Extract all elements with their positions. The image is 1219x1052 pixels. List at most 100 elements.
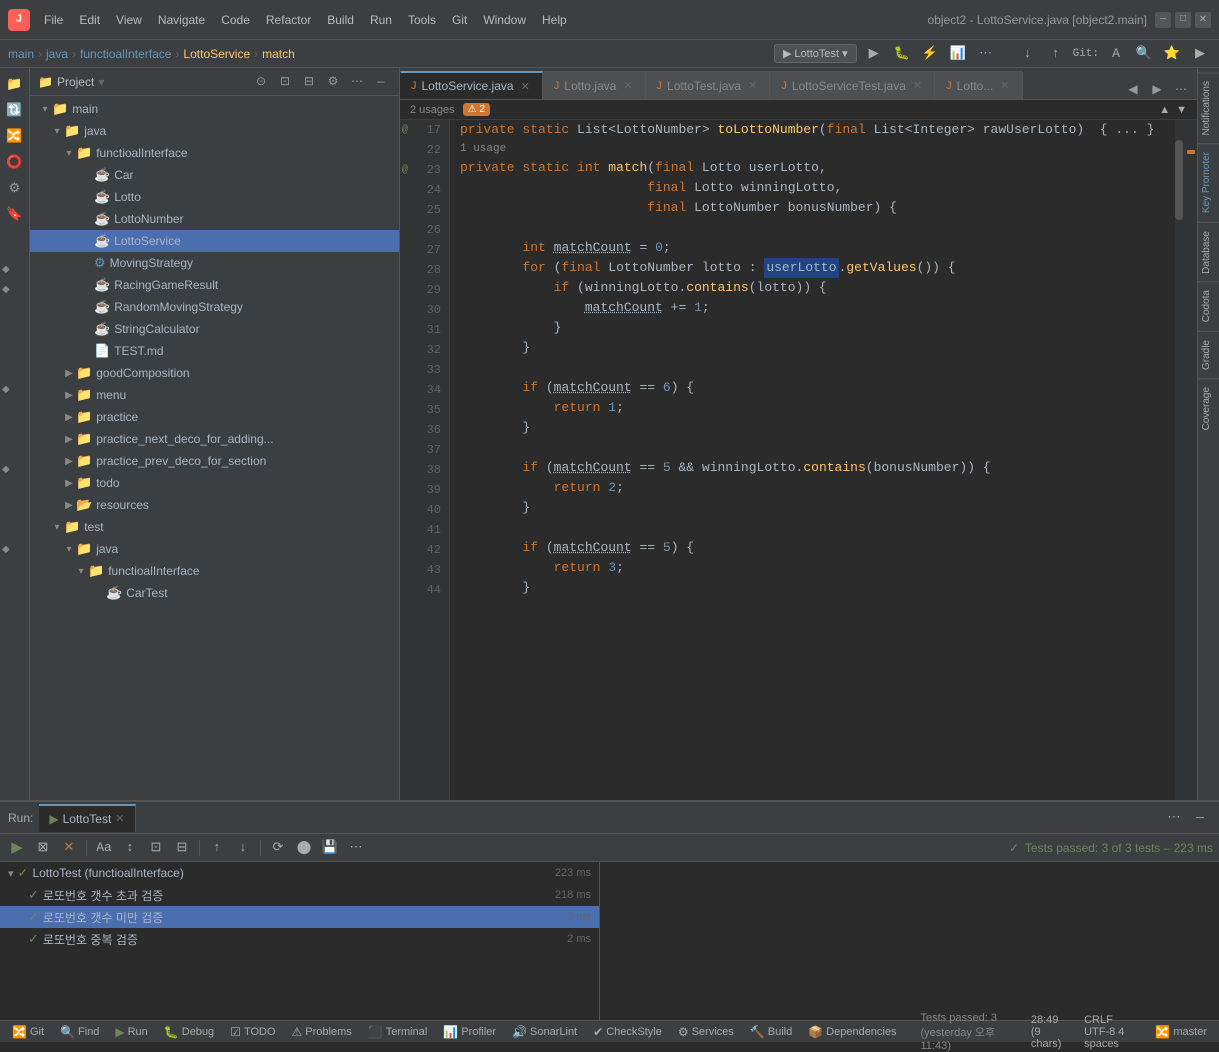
github-icon[interactable]: ⭕ (3, 150, 27, 174)
menu-view[interactable]: View (110, 11, 148, 29)
tab-LottoTest[interactable]: J LottoTest.java ✕ (646, 71, 771, 99)
breadcrumb-java[interactable]: java (46, 47, 68, 61)
tree-item-RacingGameResult[interactable]: ☕ RacingGameResult (30, 274, 399, 296)
minimize-panel-icon[interactable]: — (371, 72, 391, 92)
toggle-test-names[interactable]: Aa (93, 838, 115, 858)
git-status[interactable]: 🔀 Git (8, 1025, 48, 1039)
menu-git[interactable]: Git (446, 11, 473, 29)
tree-item-java[interactable]: ▾ 📁 java (30, 120, 399, 142)
tab-LottoService[interactable]: J LottoService.java ✕ (400, 71, 543, 99)
menu-tools[interactable]: Tools (402, 11, 442, 29)
commit-icon[interactable]: 🔃 (3, 98, 27, 122)
menu-file[interactable]: File (38, 11, 69, 29)
tree-item-RandomMovingStrategy[interactable]: ☕ RandomMovingStrategy (30, 296, 399, 318)
scroll-up-button[interactable]: ↑ (206, 838, 228, 858)
sonar-status[interactable]: 🔊 SonarLint (508, 1025, 581, 1039)
run-panel-menu-icon[interactable]: ⋯ (1163, 808, 1185, 828)
run-panel-minimize-icon[interactable]: — (1189, 808, 1211, 828)
coverage-panel[interactable]: Coverage (1198, 378, 1219, 438)
search-button[interactable]: 🔍 (1133, 44, 1155, 64)
tree-item-resources[interactable]: ▶ 📂 resources (30, 494, 399, 516)
tabs-menu[interactable]: ⋯ (1171, 79, 1191, 99)
problems-status[interactable]: ⚠ Problems (288, 1025, 356, 1039)
tab-close-icon[interactable]: ✕ (911, 79, 924, 92)
menu-window[interactable]: Window (477, 11, 532, 29)
more-options-button[interactable]: ⋯ (345, 838, 367, 858)
project-icon[interactable]: 📁 (3, 72, 27, 96)
editor-scrollbar[interactable] (1175, 120, 1183, 800)
tree-item-menu[interactable]: ▶ 📁 menu (30, 384, 399, 406)
tab-lotto-other[interactable]: J Lotto... ✕ (935, 71, 1022, 99)
bookmarks-icon[interactable]: 🔖 (3, 202, 27, 226)
menu-help[interactable]: Help (536, 11, 573, 29)
menu-navigate[interactable]: Navigate (152, 11, 211, 29)
stop-button[interactable]: ✕ (58, 838, 80, 858)
expand-icon[interactable]: ⊡ (275, 72, 295, 92)
sort-button[interactable]: ↕ (119, 838, 141, 858)
menu-edit[interactable]: Edit (73, 11, 106, 29)
tab-close-icon[interactable]: ✕ (621, 79, 634, 92)
breadcrumb-method[interactable]: match (262, 47, 295, 61)
cursor-position[interactable]: 28:49 (9 chars) (1027, 1014, 1072, 1050)
tab-close-icon[interactable]: ✕ (519, 80, 532, 93)
tree-item-CarTest[interactable]: ☕ CarTest (30, 582, 399, 604)
settings-icon[interactable]: ⚙ (323, 72, 343, 92)
tree-item-practice-next[interactable]: ▶ 📁 practice_next_deco_for_adding... (30, 428, 399, 450)
profile-button[interactable]: ⚡ (919, 44, 941, 64)
terminal-status[interactable]: ⬛ Terminal (364, 1025, 432, 1039)
checkstyle-status[interactable]: ✔ CheckStyle (589, 1025, 666, 1039)
test-item-1[interactable]: ✓ 로또번호 갯수 초과 검증 218 ms (0, 884, 599, 906)
tree-item-StringCalculator[interactable]: ☕ StringCalculator (30, 318, 399, 340)
translate-button[interactable]: A (1105, 44, 1127, 64)
test-item-3[interactable]: ✓ 로또번호 중복 검증 2 ms (0, 928, 599, 950)
tree-item-test-functioal[interactable]: ▾ 📁 functioalInterface (30, 560, 399, 582)
tree-item-practice-prev[interactable]: ▶ 📁 practice_prev_deco_for_section (30, 450, 399, 472)
encoding-status[interactable]: CRLF UTF-8 4 spaces (1080, 1014, 1143, 1050)
git-update-button[interactable]: ↓ (1017, 44, 1039, 64)
structure-icon[interactable]: ⚙ (3, 176, 27, 200)
export-button[interactable]: 💾 (319, 838, 341, 858)
bookmark-button[interactable]: ⭐ (1161, 44, 1183, 64)
codota-panel[interactable]: Codota (1198, 281, 1219, 330)
run-tab-lottotest[interactable]: ▶ LottoTest ✕ (39, 804, 135, 832)
profiler-status[interactable]: 📊 Profiler (439, 1025, 500, 1039)
rerun-button[interactable]: ▶ (6, 838, 28, 858)
tree-item-LottoService[interactable]: ☕ LottoService (30, 230, 399, 252)
tree-item-Car[interactable]: ☕ Car (30, 164, 399, 186)
locate-icon[interactable]: ⊙ (251, 72, 271, 92)
collapse-all-button[interactable]: ⊟ (171, 838, 193, 858)
notifications-panel[interactable]: Notifications (1198, 72, 1219, 143)
tab-close-icon[interactable]: ✕ (746, 79, 759, 92)
tree-item-Lotto[interactable]: ☕ Lotto (30, 186, 399, 208)
run-button[interactable]: ▶ (863, 44, 885, 64)
key-promoter-panel[interactable]: Key Promoter (1198, 143, 1219, 221)
history-button[interactable]: ⟳ (267, 838, 289, 858)
gear-icon[interactable]: ⋯ (347, 72, 367, 92)
branch-status[interactable]: 🔀 master (1151, 1025, 1211, 1039)
code-text[interactable]: private static List<LottoNumber> toLotto… (450, 120, 1175, 800)
tree-item-test[interactable]: ▾ 📁 test (30, 516, 399, 538)
close-button[interactable]: ✕ (1195, 12, 1211, 28)
coverage-button[interactable]: 📊 (947, 44, 969, 64)
tab-Lotto[interactable]: J Lotto.java ✕ (543, 71, 646, 99)
run-config-dropdown[interactable]: ▶ LottoTest ▾ (774, 44, 857, 63)
tree-item-test-java[interactable]: ▾ 📁 java (30, 538, 399, 560)
tree-item-LottoNumber[interactable]: ☕ LottoNumber (30, 208, 399, 230)
git-push-button[interactable]: ↑ (1045, 44, 1067, 64)
breadcrumb-main[interactable]: main (8, 47, 34, 61)
run-status[interactable]: ▶ Run (111, 1025, 151, 1039)
tree-item-MovingStrategy[interactable]: ⚙ MovingStrategy (30, 252, 399, 274)
minimize-button[interactable]: — (1155, 12, 1171, 28)
tree-item-goodComposition[interactable]: ▶ 📁 goodComposition (30, 362, 399, 384)
test-suite-lottotest[interactable]: ▾ ✓ LottoTest (functioalInterface) 223 m… (0, 862, 599, 884)
debug-status[interactable]: 🐛 Debug (160, 1025, 218, 1039)
dropdown-icon[interactable]: ▾ (98, 75, 104, 89)
build-status[interactable]: 🔨 Build (746, 1025, 796, 1039)
tree-item-TEST-md[interactable]: 📄 TEST.md (30, 340, 399, 362)
tab-LottoServiceTest[interactable]: J LottoServiceTest.java ✕ (770, 71, 935, 99)
todo-status[interactable]: ☑ TODO (226, 1025, 279, 1039)
run-tab-close[interactable]: ✕ (115, 812, 124, 825)
gradle-panel[interactable]: Gradle (1198, 331, 1219, 378)
breadcrumb-class[interactable]: LottoService (183, 47, 250, 61)
scroll-down-button[interactable]: ↓ (232, 838, 254, 858)
